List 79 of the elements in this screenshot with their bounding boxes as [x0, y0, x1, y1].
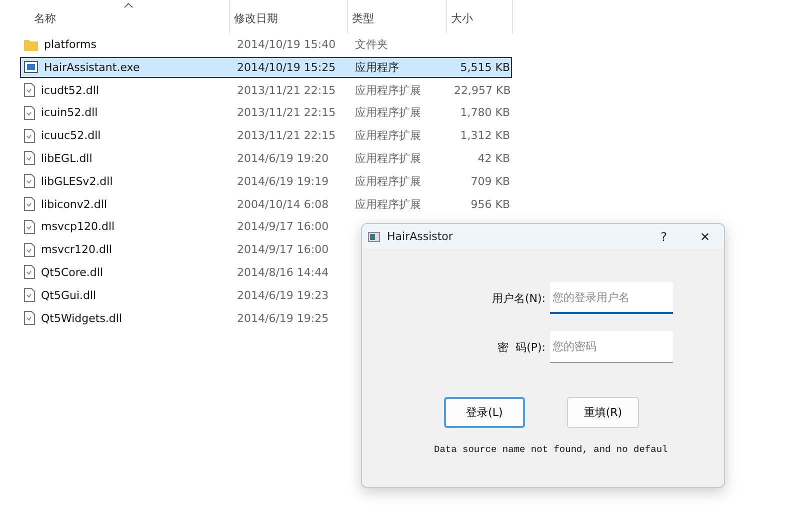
- type-cell-text: 应用程序扩展: [354, 150, 422, 166]
- file-name: HairAssistant.exe: [44, 60, 140, 74]
- application-icon: [24, 61, 38, 74]
- login-button[interactable]: 登录(L): [444, 397, 525, 428]
- type-cell-text: 应用程序扩展: [354, 128, 422, 144]
- column-header[interactable]: 修改日期: [230, 0, 348, 34]
- file-name: msvcr120.dll: [41, 243, 112, 256]
- document-icon: [24, 220, 35, 234]
- date-cell-text: 2013/11/21 22:15: [236, 106, 337, 120]
- date-cell-text: 2014/9/17 16:00: [236, 243, 330, 256]
- document-icon: [24, 242, 35, 257]
- file-row[interactable]: Qt5Widgets.dll 2014/6/19 19:25: [20, 308, 512, 329]
- file-name: icuuc52.dll: [41, 129, 101, 142]
- type-cell-text: 应用程序扩展: [354, 196, 422, 212]
- window-title: HairAssistor: [387, 230, 454, 243]
- date-cell-text: 2014/6/19 19:23: [236, 288, 330, 302]
- field-label: 密 码(P):: [496, 340, 546, 354]
- file-row[interactable]: Qt5Core.dll 2014/8/16 14:44: [20, 262, 512, 283]
- document-icon: [24, 128, 35, 143]
- date-cell-text: 2014/6/19 19:20: [236, 152, 330, 165]
- file-row[interactable]: libiconv2.dll 2004/10/14 6:08 应用程序扩展 956 KB: [20, 194, 512, 215]
- type-cell-text: 应用程序扩展: [354, 174, 422, 189]
- status-message: Data source name not found, and no defaul: [434, 444, 669, 455]
- size-cell-text: 1,312 KB: [459, 129, 511, 142]
- size-cell-text: 956 KB: [470, 198, 511, 211]
- date-cell-text: 2014/10/19 15:25: [236, 60, 337, 74]
- file-row[interactable]: icudt52.dll 2013/11/21 22:15 应用程序扩展 22,957 KB: [20, 80, 512, 101]
- file-row[interactable]: HairAssistant.exe 2014/10/19 15:25 应用程序 5,515 KB: [20, 56, 512, 78]
- field-label: 用户名(N):: [490, 290, 546, 306]
- type-cell-text: 应用程序扩展: [354, 82, 422, 98]
- window-icon: [368, 232, 380, 242]
- close-button[interactable]: ✕: [692, 230, 718, 244]
- column-header[interactable]: 类型: [348, 0, 447, 34]
- file-name: libGLESv2.dll: [41, 174, 113, 188]
- size-cell-text: 22,957 KB: [453, 84, 512, 97]
- file-name: Qt5Gui.dll: [41, 288, 96, 302]
- date-cell-text: 2014/10/19 15:40: [236, 38, 337, 51]
- size-cell-text: 42 KB: [476, 152, 511, 165]
- document-icon: [24, 265, 35, 280]
- file-row[interactable]: icuin52.dll 2013/11/21 22:15 应用程序扩展 1,780 KB: [20, 102, 512, 124]
- document-icon: [24, 151, 35, 166]
- date-cell-text: 2004/10/14 6:08: [236, 198, 330, 211]
- file-row[interactable]: icuuc52.dll 2013/11/21 22:15 应用程序扩展 1,312 KB: [20, 125, 512, 146]
- type-cell-text: 应用程序: [354, 60, 400, 75]
- document-icon: [24, 174, 35, 188]
- document-icon: [24, 288, 35, 302]
- date-cell-text: 2013/11/21 22:15: [236, 129, 337, 142]
- folder-icon: [24, 38, 38, 50]
- file-row[interactable]: libEGL.dll 2014/6/19 19:20 应用程序扩展 42 KB: [20, 148, 512, 169]
- document-icon: [24, 106, 35, 120]
- file-name: msvcp120.dll: [41, 220, 115, 234]
- file-name: libEGL.dll: [41, 152, 92, 165]
- date-cell-text: 2014/9/17 16:00: [236, 220, 330, 234]
- file-name: icuin52.dll: [41, 106, 98, 120]
- document-icon: [24, 197, 35, 212]
- file-name: Qt5Widgets.dll: [41, 312, 122, 325]
- input-field[interactable]: 您的登录用户名: [550, 282, 672, 314]
- column-header[interactable]: 大小: [447, 0, 513, 34]
- type-cell-text: 应用程序扩展: [354, 105, 422, 120]
- size-cell-text: 1,780 KB: [459, 106, 511, 120]
- column-header[interactable]: 名称: [0, 0, 230, 34]
- date-cell-text: 2014/6/19 19:19: [236, 174, 330, 188]
- date-cell-text: 2013/11/21 22:15: [236, 84, 337, 97]
- type-cell-text: 文件夹: [354, 37, 389, 52]
- file-name: platforms: [44, 38, 96, 51]
- file-name: icudt52.dll: [41, 84, 99, 97]
- document-icon: [24, 311, 35, 326]
- help-button[interactable]: ?: [652, 230, 675, 244]
- file-row[interactable]: libGLESv2.dll 2014/6/19 19:19 应用程序扩展 709 KB: [20, 170, 512, 192]
- input-field[interactable]: 您的密码: [550, 331, 672, 363]
- reset-button[interactable]: 重填(R): [567, 397, 639, 428]
- file-name: Qt5Core.dll: [41, 266, 104, 279]
- date-cell-text: 2014/6/19 19:25: [236, 312, 330, 325]
- size-cell-text: 5,515 KB: [459, 60, 511, 74]
- file-name: libiconv2.dll: [41, 198, 107, 211]
- document-icon: [24, 83, 35, 98]
- file-row[interactable]: platforms 2014/10/19 15:40 文件夹: [20, 34, 512, 55]
- size-cell-text: 709 KB: [470, 174, 511, 188]
- date-cell-text: 2014/8/16 14:44: [236, 266, 330, 279]
